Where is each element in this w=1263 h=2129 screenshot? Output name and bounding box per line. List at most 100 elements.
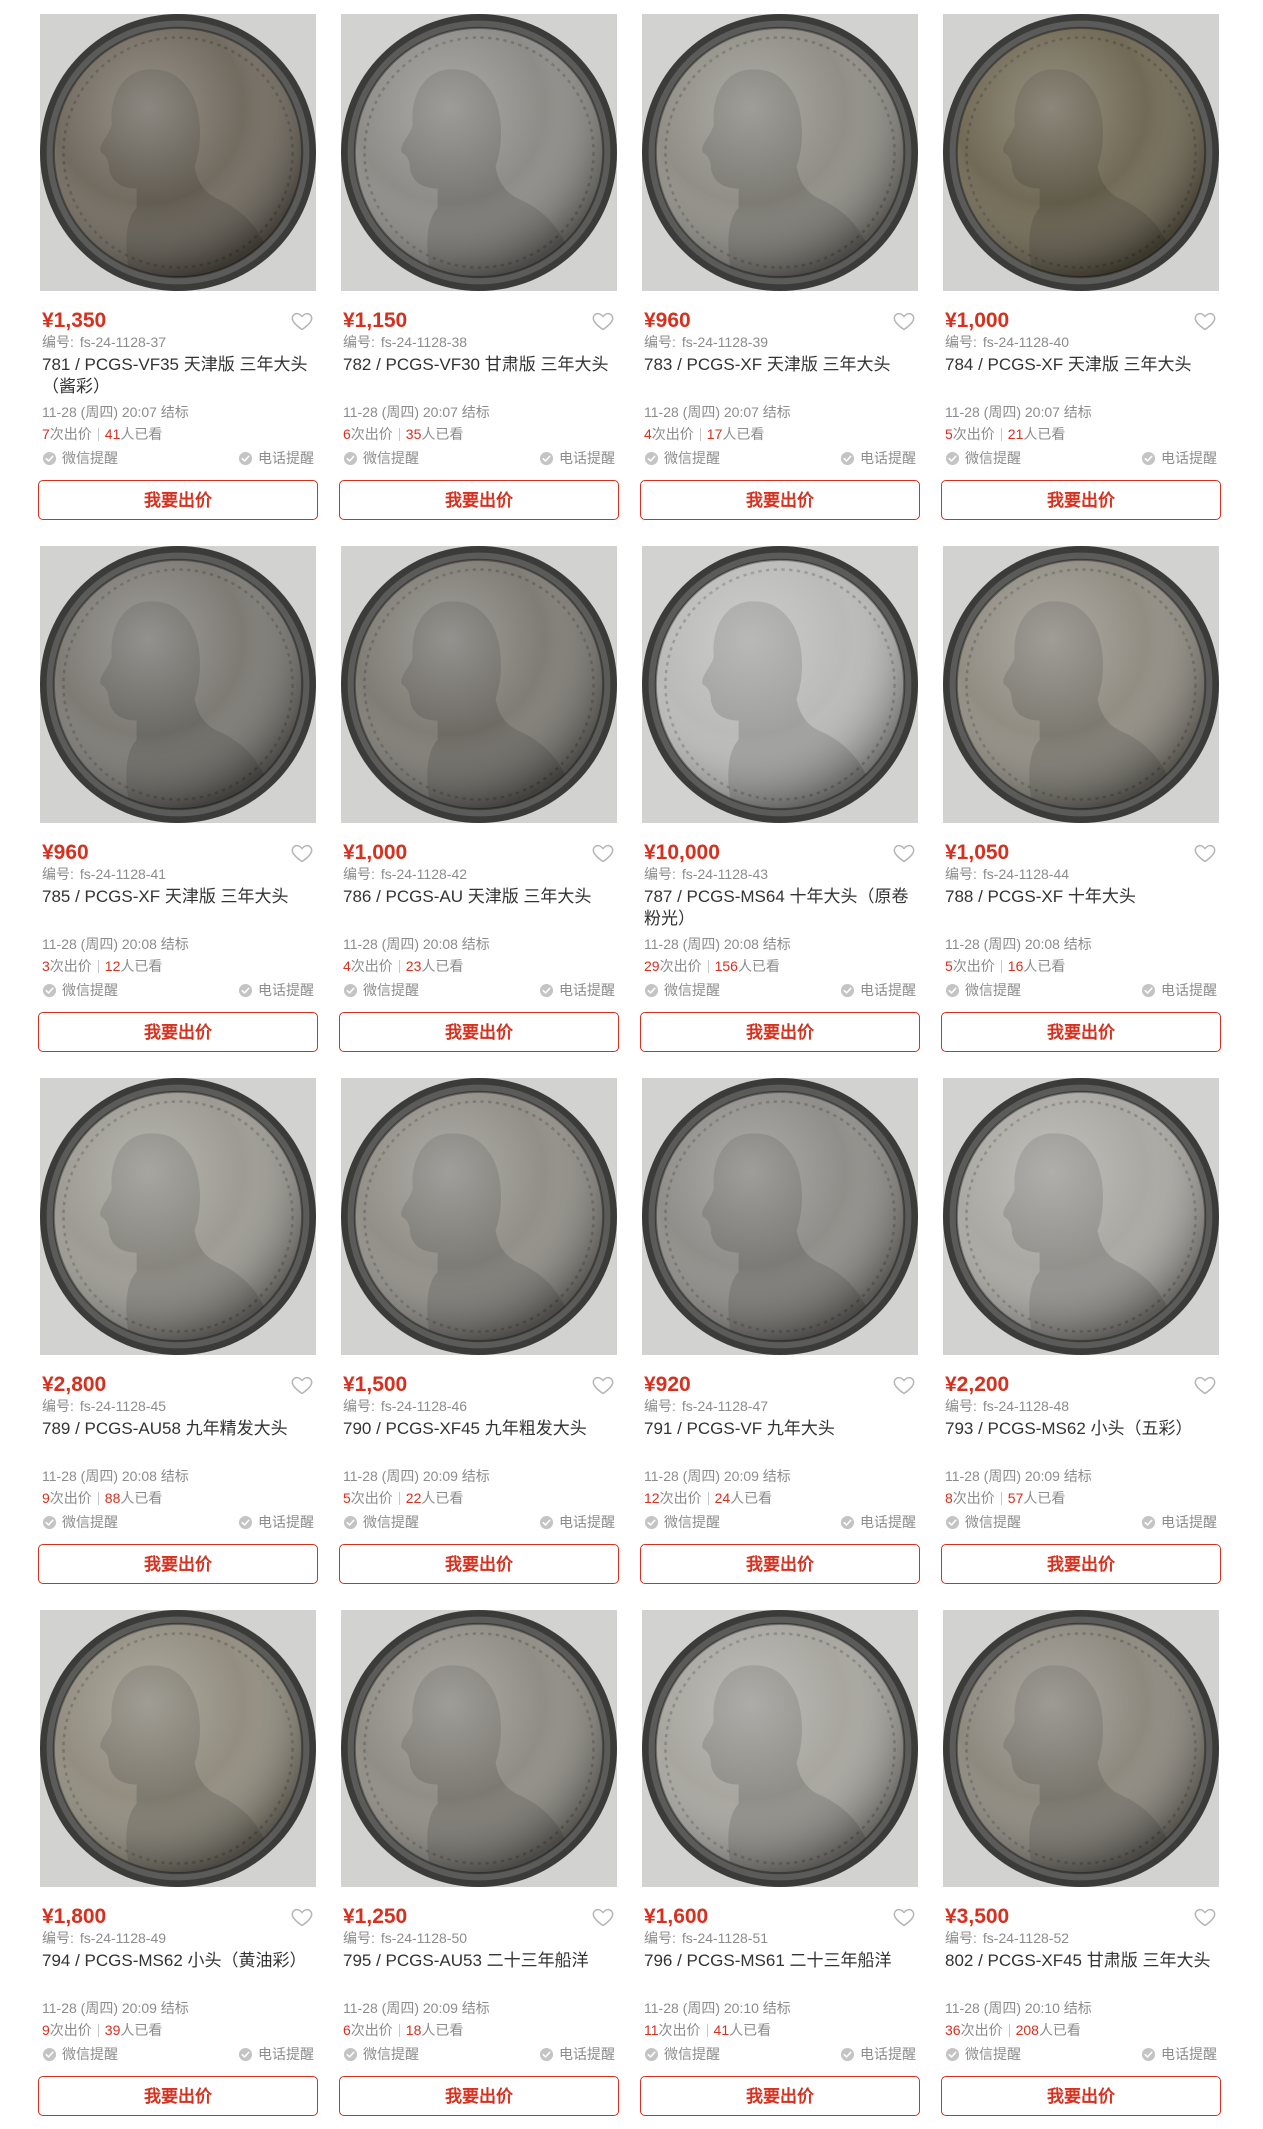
phone-reminder-toggle[interactable]: 电话提醒 bbox=[539, 448, 615, 468]
favorite-heart-icon[interactable] bbox=[591, 841, 615, 865]
phone-reminder-toggle[interactable]: 电话提醒 bbox=[238, 1512, 314, 1532]
lot-title[interactable]: 796 / PCGS-MS61 二十三年船洋 bbox=[644, 1950, 916, 1994]
lot-title[interactable]: 795 / PCGS-AU53 二十三年船洋 bbox=[343, 1950, 615, 1994]
wechat-reminder-toggle[interactable]: 微信提醒 bbox=[343, 1512, 419, 1532]
favorite-heart-icon[interactable] bbox=[1193, 1373, 1217, 1397]
lot-title[interactable]: 785 / PCGS-XF 天津版 三年大头 bbox=[42, 886, 314, 930]
phone-reminder-toggle[interactable]: 电话提醒 bbox=[238, 448, 314, 468]
wechat-reminder-toggle[interactable]: 微信提醒 bbox=[644, 1512, 720, 1532]
bid-count-label: 次出价 bbox=[952, 958, 995, 974]
wechat-reminder-toggle[interactable]: 微信提醒 bbox=[644, 2044, 720, 2064]
coin-photo[interactable] bbox=[341, 1610, 617, 1887]
coin-photo[interactable] bbox=[943, 1610, 1219, 1887]
coin-photo[interactable] bbox=[642, 546, 918, 823]
favorite-heart-icon[interactable] bbox=[591, 309, 615, 333]
coin-photo[interactable] bbox=[943, 1078, 1219, 1355]
lot-title[interactable]: 794 / PCGS-MS62 小头（黄油彩） bbox=[42, 1950, 314, 1994]
wechat-reminder-toggle[interactable]: 微信提醒 bbox=[945, 448, 1021, 468]
place-bid-button[interactable]: 我要出价 bbox=[941, 2076, 1221, 2116]
wechat-reminder-toggle[interactable]: 微信提醒 bbox=[644, 448, 720, 468]
coin-photo[interactable] bbox=[40, 14, 316, 291]
place-bid-button[interactable]: 我要出价 bbox=[339, 1544, 619, 1584]
phone-reminder-toggle[interactable]: 电话提醒 bbox=[539, 2044, 615, 2064]
place-bid-button[interactable]: 我要出价 bbox=[941, 1544, 1221, 1584]
wechat-reminder-toggle[interactable]: 微信提醒 bbox=[343, 2044, 419, 2064]
phone-reminder-toggle[interactable]: 电话提醒 bbox=[1141, 1512, 1217, 1532]
favorite-heart-icon[interactable] bbox=[1193, 841, 1217, 865]
favorite-heart-icon[interactable] bbox=[1193, 1905, 1217, 1929]
coin-photo[interactable] bbox=[341, 1078, 617, 1355]
coin-photo[interactable] bbox=[341, 14, 617, 291]
favorite-heart-icon[interactable] bbox=[892, 841, 916, 865]
place-bid-button[interactable]: 我要出价 bbox=[941, 1012, 1221, 1052]
phone-reminder-toggle[interactable]: 电话提醒 bbox=[1141, 448, 1217, 468]
place-bid-button[interactable]: 我要出价 bbox=[339, 2076, 619, 2116]
place-bid-button[interactable]: 我要出价 bbox=[339, 1012, 619, 1052]
coin-photo[interactable] bbox=[341, 546, 617, 823]
coin-photo[interactable] bbox=[40, 1610, 316, 1887]
coin-photo[interactable] bbox=[642, 1078, 918, 1355]
phone-reminder-toggle[interactable]: 电话提醒 bbox=[840, 980, 916, 1000]
wechat-reminder-toggle[interactable]: 微信提醒 bbox=[945, 2044, 1021, 2064]
phone-reminder-toggle[interactable]: 电话提醒 bbox=[238, 980, 314, 1000]
lot-title[interactable]: 802 / PCGS-XF45 甘肃版 三年大头 bbox=[945, 1950, 1217, 1994]
favorite-heart-icon[interactable] bbox=[290, 1373, 314, 1397]
phone-reminder-toggle[interactable]: 电话提醒 bbox=[539, 980, 615, 1000]
coin-photo[interactable] bbox=[40, 1078, 316, 1355]
favorite-heart-icon[interactable] bbox=[290, 1905, 314, 1929]
wechat-reminder-toggle[interactable]: 微信提醒 bbox=[42, 2044, 118, 2064]
lot-title[interactable]: 783 / PCGS-XF 天津版 三年大头 bbox=[644, 354, 916, 398]
phone-reminder-toggle[interactable]: 电话提醒 bbox=[1141, 2044, 1217, 2064]
phone-reminder-toggle[interactable]: 电话提醒 bbox=[539, 1512, 615, 1532]
coin-photo[interactable] bbox=[943, 14, 1219, 291]
place-bid-button[interactable]: 我要出价 bbox=[38, 480, 318, 520]
lot-title[interactable]: 784 / PCGS-XF 天津版 三年大头 bbox=[945, 354, 1217, 398]
favorite-heart-icon[interactable] bbox=[892, 309, 916, 333]
favorite-heart-icon[interactable] bbox=[591, 1905, 615, 1929]
coin-photo[interactable] bbox=[642, 1610, 918, 1887]
wechat-reminder-toggle[interactable]: 微信提醒 bbox=[945, 1512, 1021, 1532]
lot-title[interactable]: 791 / PCGS-VF 九年大头 bbox=[644, 1418, 916, 1462]
lot-title[interactable]: 782 / PCGS-VF30 甘肃版 三年大头 bbox=[343, 354, 615, 398]
favorite-heart-icon[interactable] bbox=[290, 841, 314, 865]
wechat-reminder-toggle[interactable]: 微信提醒 bbox=[644, 980, 720, 1000]
lot-title[interactable]: 786 / PCGS-AU 天津版 三年大头 bbox=[343, 886, 615, 930]
check-circle-icon bbox=[343, 451, 358, 466]
view-count: 39 bbox=[104, 2022, 121, 2038]
wechat-reminder-toggle[interactable]: 微信提醒 bbox=[343, 980, 419, 1000]
wechat-reminder-toggle[interactable]: 微信提醒 bbox=[42, 1512, 118, 1532]
lot-title[interactable]: 790 / PCGS-XF45 九年粗发大头 bbox=[343, 1418, 615, 1462]
lot-title[interactable]: 781 / PCGS-VF35 天津版 三年大头（酱彩） bbox=[42, 354, 314, 398]
coin-photo[interactable] bbox=[40, 546, 316, 823]
place-bid-button[interactable]: 我要出价 bbox=[38, 2076, 318, 2116]
wechat-reminder-toggle[interactable]: 微信提醒 bbox=[42, 448, 118, 468]
favorite-heart-icon[interactable] bbox=[1193, 309, 1217, 333]
wechat-reminder-toggle[interactable]: 微信提醒 bbox=[945, 980, 1021, 1000]
phone-reminder-toggle[interactable]: 电话提醒 bbox=[238, 2044, 314, 2064]
lot-title[interactable]: 793 / PCGS-MS62 小头（五彩） bbox=[945, 1418, 1217, 1462]
place-bid-button[interactable]: 我要出价 bbox=[640, 1012, 920, 1052]
phone-reminder-toggle[interactable]: 电话提醒 bbox=[840, 2044, 916, 2064]
place-bid-button[interactable]: 我要出价 bbox=[640, 2076, 920, 2116]
favorite-heart-icon[interactable] bbox=[591, 1373, 615, 1397]
place-bid-button[interactable]: 我要出价 bbox=[339, 480, 619, 520]
phone-reminder-toggle[interactable]: 电话提醒 bbox=[840, 1512, 916, 1532]
coin-photo[interactable] bbox=[943, 546, 1219, 823]
favorite-heart-icon[interactable] bbox=[892, 1905, 916, 1929]
lot-title[interactable]: 789 / PCGS-AU58 九年精发大头 bbox=[42, 1418, 314, 1462]
lot-title[interactable]: 787 / PCGS-MS64 十年大头（原卷粉光） bbox=[644, 886, 916, 930]
wechat-reminder-toggle[interactable]: 微信提醒 bbox=[42, 980, 118, 1000]
phone-reminder-toggle[interactable]: 电话提醒 bbox=[840, 448, 916, 468]
place-bid-button[interactable]: 我要出价 bbox=[640, 480, 920, 520]
wechat-reminder-toggle[interactable]: 微信提醒 bbox=[343, 448, 419, 468]
place-bid-button[interactable]: 我要出价 bbox=[38, 1544, 318, 1584]
bid-count-label: 次出价 bbox=[960, 2022, 1003, 2038]
favorite-heart-icon[interactable] bbox=[892, 1373, 916, 1397]
favorite-heart-icon[interactable] bbox=[290, 309, 314, 333]
place-bid-button[interactable]: 我要出价 bbox=[941, 480, 1221, 520]
coin-photo[interactable] bbox=[642, 14, 918, 291]
phone-reminder-toggle[interactable]: 电话提醒 bbox=[1141, 980, 1217, 1000]
lot-title[interactable]: 788 / PCGS-XF 十年大头 bbox=[945, 886, 1217, 930]
place-bid-button[interactable]: 我要出价 bbox=[640, 1544, 920, 1584]
place-bid-button[interactable]: 我要出价 bbox=[38, 1012, 318, 1052]
